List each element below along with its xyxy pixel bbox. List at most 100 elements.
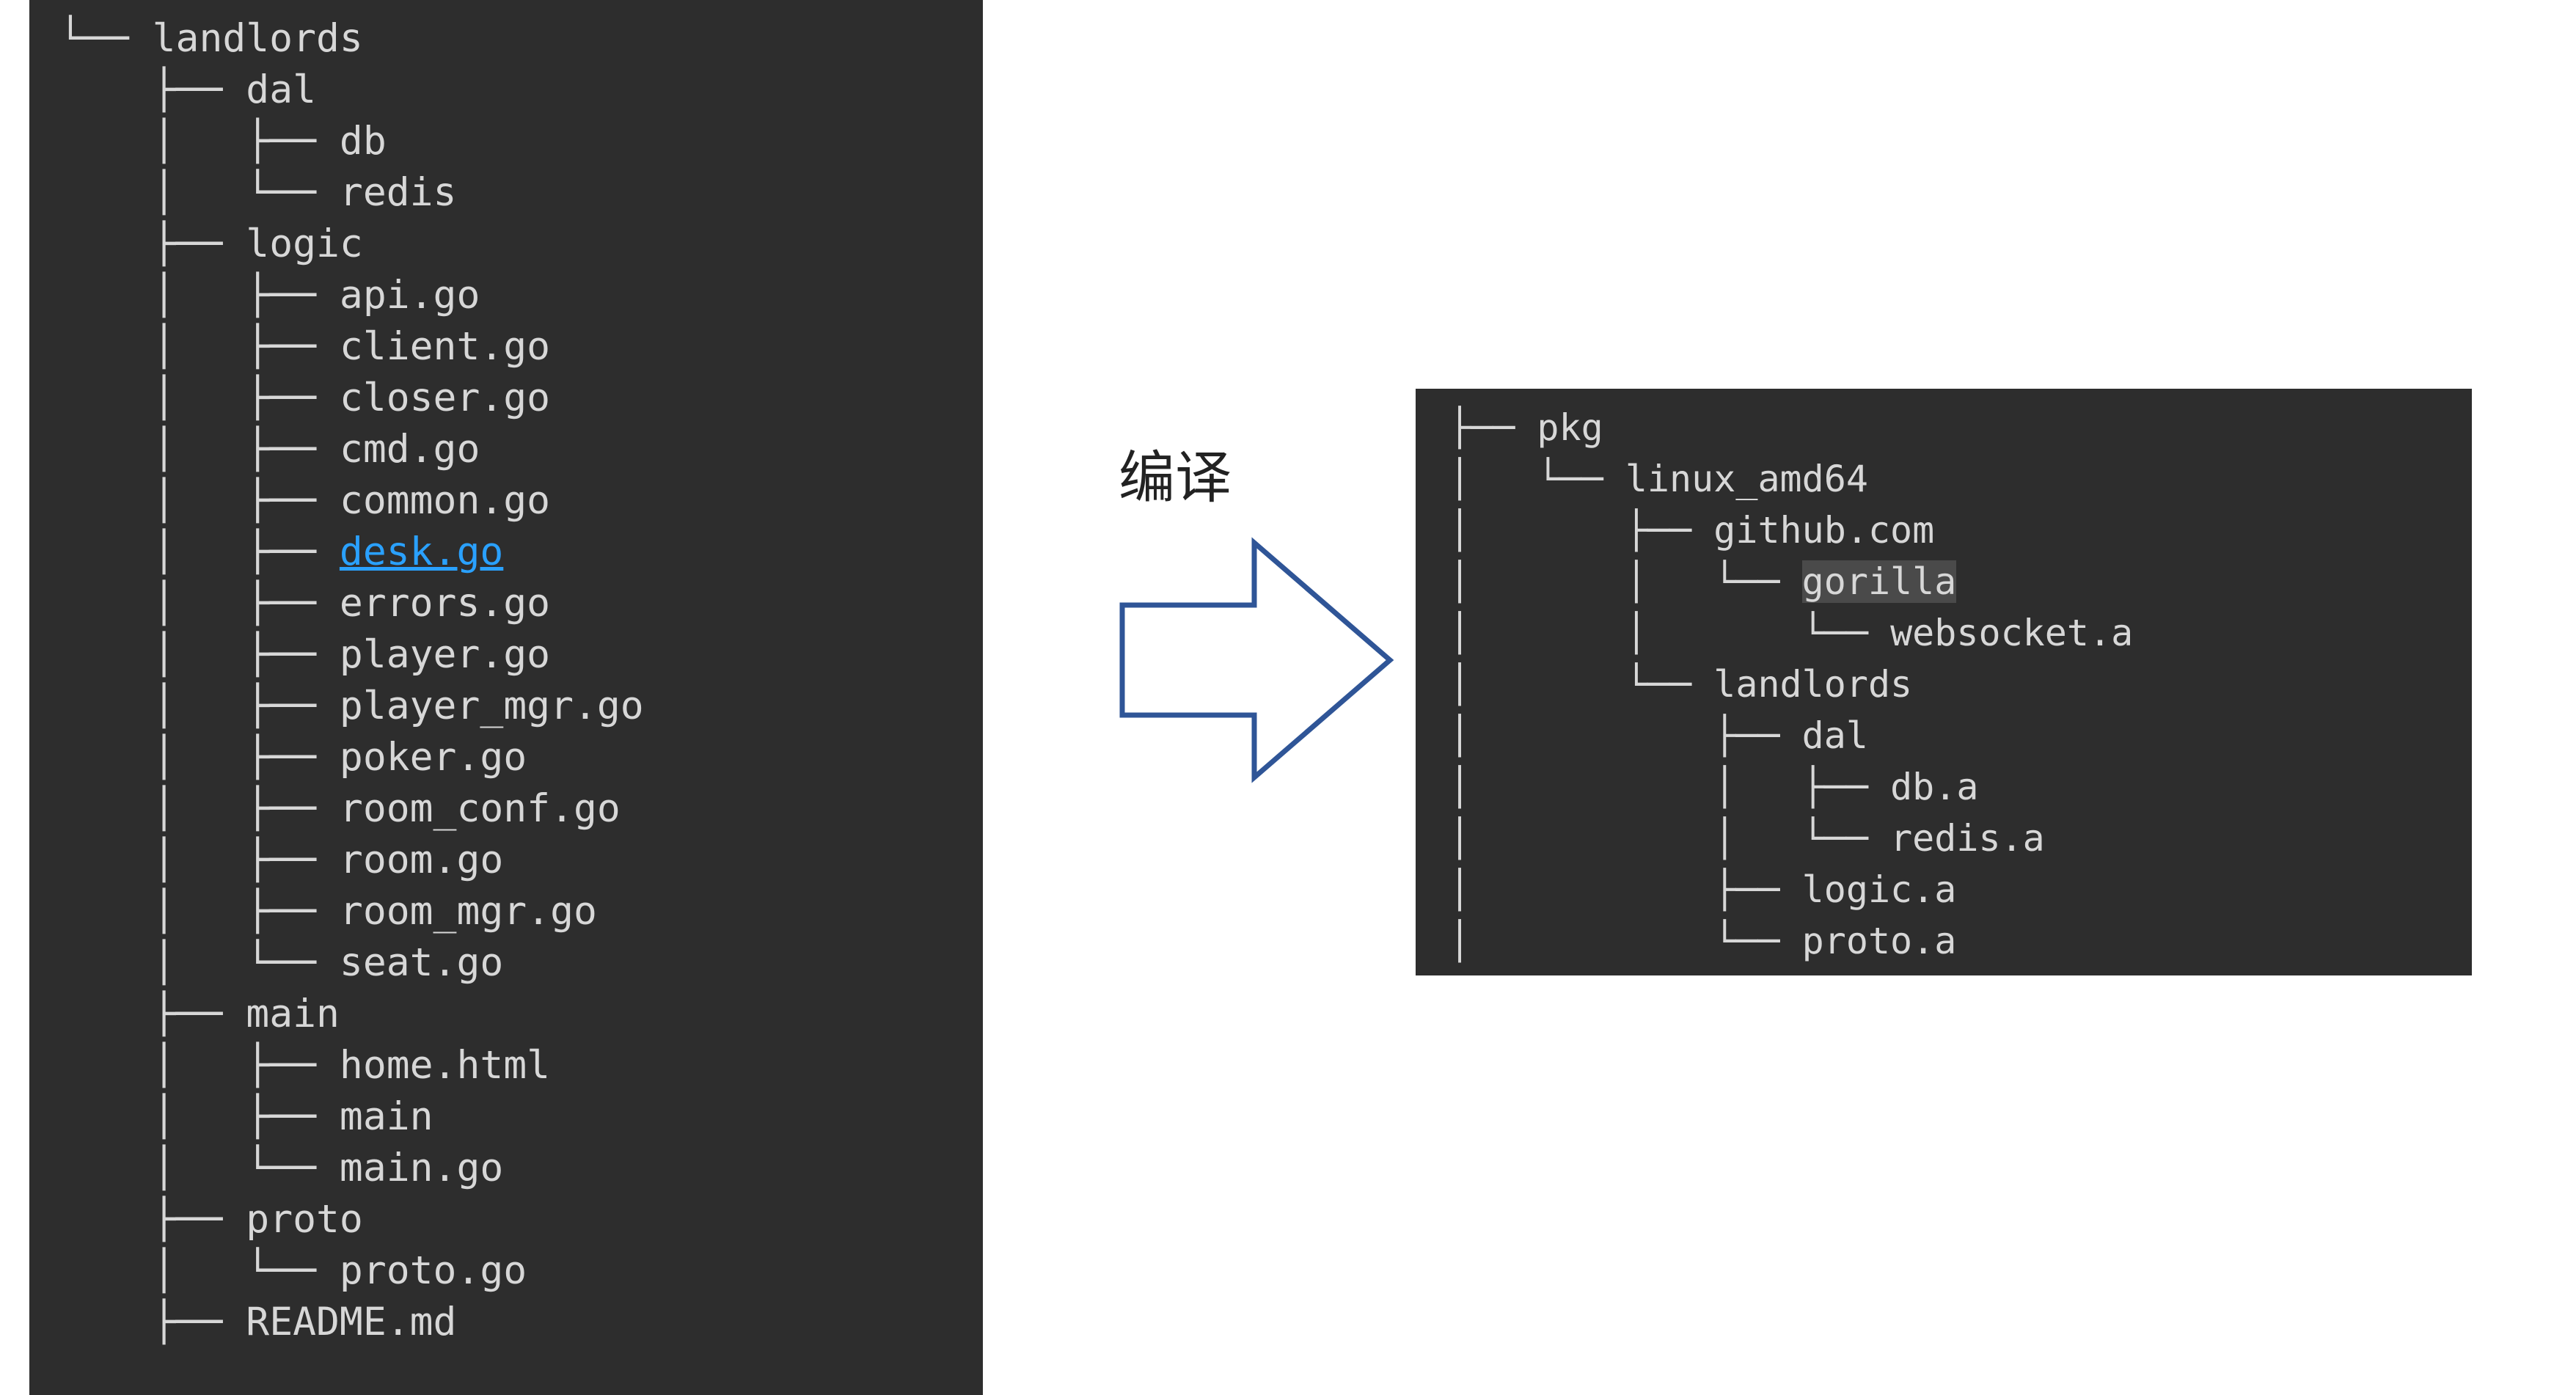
tree-node-name: proto.a	[1802, 920, 1957, 962]
tree-node-name: poker.go	[340, 735, 527, 780]
tree-line: │ │ └── websocket.a	[1449, 607, 2472, 659]
tree-node-name: seat.go	[340, 940, 503, 985]
tree-prefix: │ ├──	[1449, 509, 1713, 552]
tree-node-name: redis.a	[1890, 817, 2045, 860]
tree-prefix: ├──	[59, 67, 246, 112]
tree-line: │ ├── logic.a	[1449, 864, 2472, 915]
tree-line: │ ├── errors.go	[59, 578, 983, 629]
tree-node-name: main	[246, 992, 340, 1036]
tree-prefix: │ ├──	[59, 786, 340, 831]
tree-line: │ ├── player_mgr.go	[59, 681, 983, 732]
tree-node-name[interactable]: desk.go	[340, 530, 503, 574]
tree-prefix: │ ├──	[1449, 868, 1802, 911]
tree-line: │ ├── closer.go	[59, 373, 983, 424]
tree-line: ├── main	[59, 989, 983, 1040]
tree-node-name: player_mgr.go	[340, 684, 644, 728]
tree-prefix: │ └──	[59, 1248, 340, 1293]
tree-line: │ └── proto.go	[59, 1245, 983, 1297]
tree-line: │ └── seat.go	[59, 937, 983, 989]
tree-line: │ ├── player.go	[59, 629, 983, 681]
tree-prefix: │ └──	[1449, 458, 1625, 500]
tree-line: │ │ └── gorilla	[1449, 556, 2472, 607]
tree-node-name: errors.go	[340, 581, 550, 626]
tree-prefix: │ ├──	[59, 1094, 340, 1139]
tree-prefix: │ └──	[59, 1146, 340, 1190]
tree-prefix: │ ├──	[59, 581, 340, 626]
tree-line: │ ├── client.go	[59, 321, 983, 373]
tree-node-name: player.go	[340, 632, 550, 677]
tree-prefix: └──	[59, 16, 153, 61]
tree-prefix: │ ├──	[59, 632, 340, 677]
tree-line: │ ├── cmd.go	[59, 424, 983, 475]
arrow-icon	[1100, 513, 1408, 807]
tree-prefix: │ │ └──	[1449, 560, 1802, 603]
tree-node-name: closer.go	[340, 376, 550, 420]
tree-prefix: │ │ └──	[1449, 817, 1890, 860]
tree-node-name: github.com	[1713, 509, 1934, 552]
tree-prefix: │ ├──	[59, 376, 340, 420]
tree-prefix: ├──	[59, 1300, 246, 1344]
tree-prefix: │ ├──	[59, 838, 340, 882]
tree-node-name: pkg	[1537, 406, 1603, 449]
tree-line: │ ├── home.html	[59, 1040, 983, 1091]
arrow-label: 编译	[1119, 433, 1232, 514]
tree-prefix: │ └──	[1449, 920, 1802, 962]
tree-line: ├── pkg	[1449, 402, 2472, 453]
tree-line: │ ├── api.go	[59, 270, 983, 321]
tree-node-name: api.go	[340, 273, 480, 318]
tree-prefix: ├──	[59, 1197, 246, 1242]
tree-line: │ │ ├── db.a	[1449, 761, 2472, 813]
tree-prefix: │ └──	[59, 940, 340, 985]
tree-node-name: main	[340, 1094, 433, 1139]
tree-prefix: │ └──	[1449, 663, 1713, 706]
tree-prefix: │ ├──	[59, 273, 340, 318]
tree-node-name: logic	[246, 221, 363, 266]
tree-prefix: │ ├──	[59, 530, 340, 574]
tree-prefix: │ ├──	[59, 324, 340, 369]
tree-node-name: home.html	[340, 1043, 550, 1088]
tree-prefix: ├──	[1449, 406, 1537, 449]
tree-line: │ └── landlords	[1449, 659, 2472, 710]
tree-line: └── landlords	[59, 13, 983, 65]
tree-line: │ ├── poker.go	[59, 732, 983, 783]
tree-node-name: common.go	[340, 478, 550, 523]
tree-line: │ └── main.go	[59, 1143, 983, 1194]
tree-node-name: proto.go	[340, 1248, 527, 1293]
tree-node-name: dal	[246, 67, 316, 112]
tree-prefix: │ └──	[59, 170, 340, 215]
diagram-canvas: └── landlords ├── dal │ ├── db │ └── red…	[0, 0, 2576, 1395]
output-tree-panel: ├── pkg│ └── linux_amd64│ ├── github.com…	[1416, 389, 2472, 975]
tree-line: │ └── linux_amd64	[1449, 453, 2472, 505]
tree-node-name: dal	[1802, 714, 1868, 757]
tree-line: │ └── proto.a	[1449, 915, 2472, 967]
tree-prefix: │ ├──	[59, 478, 340, 523]
tree-prefix: │ ├──	[59, 684, 340, 728]
tree-line: │ ├── room_conf.go	[59, 783, 983, 835]
tree-prefix: │ ├──	[59, 889, 340, 934]
tree-line: │ ├── github.com	[1449, 505, 2472, 556]
tree-line: │ ├── desk.go	[59, 527, 983, 578]
tree-line: ├── dal	[59, 65, 983, 116]
tree-prefix: │ ├──	[59, 427, 340, 472]
tree-node-name: main.go	[340, 1146, 503, 1190]
tree-node-name: proto	[246, 1197, 363, 1242]
tree-line: │ ├── dal	[1449, 710, 2472, 761]
tree-node-name: client.go	[340, 324, 550, 369]
tree-line: │ ├── room.go	[59, 835, 983, 886]
tree-line: ├── logic	[59, 219, 983, 270]
tree-node-name: db	[340, 119, 387, 164]
tree-node-name: room.go	[340, 838, 503, 882]
tree-prefix: ├──	[59, 992, 246, 1036]
tree-line: ├── proto	[59, 1194, 983, 1245]
tree-prefix: │ ├──	[59, 1043, 340, 1088]
tree-prefix: │ ├──	[59, 735, 340, 780]
tree-prefix: │ ├──	[59, 119, 340, 164]
tree-node-name: README.md	[246, 1300, 456, 1344]
tree-node-name: websocket.a	[1890, 612, 2133, 654]
tree-prefix: ├──	[59, 221, 246, 266]
tree-node-name: landlords	[153, 16, 363, 61]
tree-line: │ │ └── redis.a	[1449, 813, 2472, 864]
tree-node-name: linux_amd64	[1625, 458, 1868, 500]
tree-node-name: logic.a	[1802, 868, 1957, 911]
tree-node-name: room_conf.go	[340, 786, 621, 831]
